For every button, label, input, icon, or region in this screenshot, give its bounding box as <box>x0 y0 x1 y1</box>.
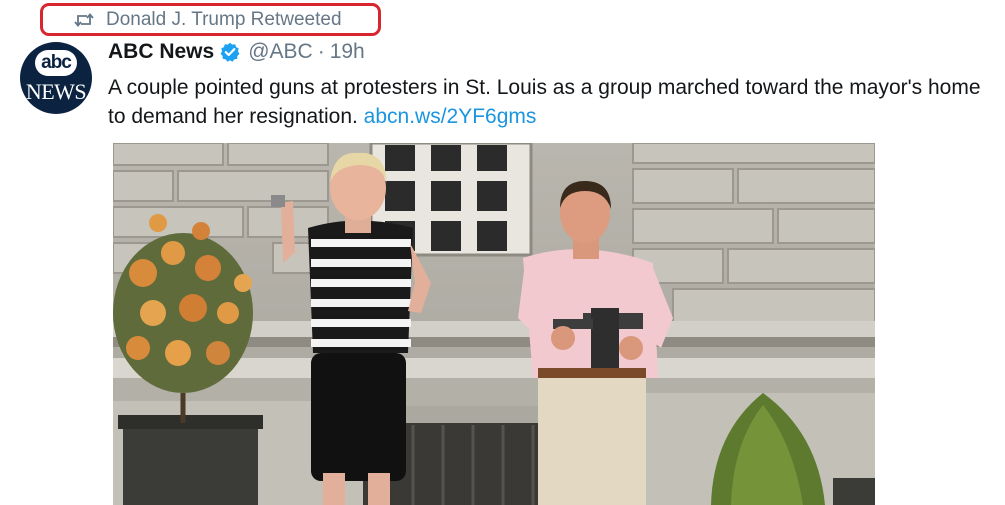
media-image <box>113 143 875 505</box>
avatar-abc-logo: abc <box>35 50 77 76</box>
tweet-body: A couple pointed guns at protesters in S… <box>108 76 981 128</box>
account-name[interactable]: ABC News <box>108 40 214 64</box>
social-context[interactable]: Donald J. Trump Retweeted <box>74 9 342 31</box>
retweet-label: Donald J. Trump Retweeted <box>106 9 342 30</box>
tweet-timestamp[interactable]: 19h <box>330 40 365 64</box>
verified-icon <box>220 42 240 62</box>
header-separator: · <box>317 40 325 63</box>
account-handle[interactable]: @ABC <box>248 40 313 64</box>
avatar-news-text: NEWS <box>25 79 87 104</box>
tweet-media[interactable] <box>113 143 875 505</box>
avatar[interactable]: abc NEWS <box>20 42 92 114</box>
retweet-icon <box>74 13 94 27</box>
tweet-text: A couple pointed guns at protesters in S… <box>108 73 988 131</box>
tweet-header: ABC News @ABC · 19h <box>108 40 365 64</box>
tweet-link[interactable]: abcn.ws/2YF6gms <box>364 105 537 128</box>
